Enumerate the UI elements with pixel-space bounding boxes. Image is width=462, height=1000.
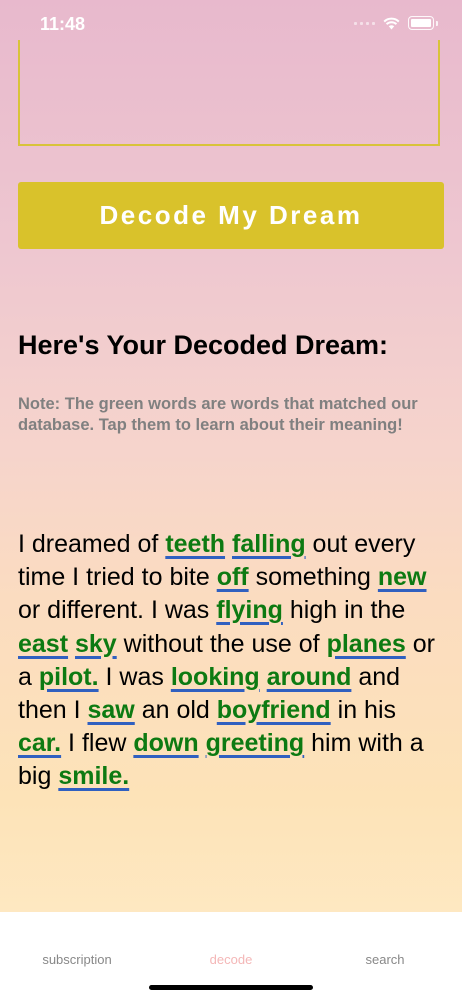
matched-dream-word[interactable]: looking — [171, 663, 260, 691]
matched-dream-word[interactable]: flying — [216, 596, 283, 624]
home-indicator — [149, 985, 313, 990]
matched-dream-word[interactable]: car. — [18, 729, 61, 757]
note-text: Note: The green words are words that mat… — [18, 395, 418, 434]
matched-dream-word[interactable]: planes — [327, 630, 406, 658]
dream-text-segment: I flew — [61, 729, 134, 758]
tab-search[interactable]: search — [308, 952, 462, 967]
matched-dream-word[interactable]: down — [133, 729, 198, 757]
matched-dream-word[interactable]: greeting — [206, 729, 305, 757]
wifi-icon — [383, 17, 400, 29]
matched-dream-word[interactable]: pilot. — [39, 663, 99, 691]
decoded-dream-text: I dreamed of teeth falling out every tim… — [18, 528, 444, 794]
dream-text-segment: or different. I was — [18, 596, 217, 625]
matched-dream-word[interactable]: east — [18, 630, 68, 658]
dream-text-segment: I was — [98, 662, 171, 691]
dream-text-segment: high in the — [282, 596, 406, 625]
dream-text-segment: an old — [134, 696, 217, 725]
matched-dream-word[interactable]: falling — [232, 530, 306, 558]
matched-dream-word[interactable]: saw — [88, 696, 135, 724]
tab-subscription[interactable]: subscription — [0, 952, 154, 967]
matched-dream-word[interactable]: sky — [75, 630, 117, 658]
dream-input-field[interactable] — [18, 40, 440, 146]
matched-dream-word[interactable]: boyfriend — [217, 696, 331, 724]
dream-text-segment — [199, 729, 206, 757]
matched-dream-word[interactable]: off — [217, 563, 249, 591]
decoded-dream-title: Here's Your Decoded Dream: — [18, 330, 389, 360]
status-time: 11:48 — [40, 14, 86, 34]
status-icons — [354, 16, 438, 30]
decode-my-dream-button[interactable]: Decode My Dream — [18, 182, 444, 249]
matched-dream-word[interactable]: smile. — [58, 762, 129, 790]
matched-dream-word[interactable]: new — [378, 563, 427, 591]
matched-dream-word[interactable]: around — [267, 663, 352, 691]
dream-text-segment: I dreamed of — [18, 530, 166, 558]
cellular-signal-icon — [354, 21, 375, 25]
dream-text-segment: in his — [330, 696, 396, 725]
battery-cap — [436, 20, 438, 26]
dream-text-segment — [68, 630, 75, 658]
battery-icon — [408, 16, 434, 30]
dream-text-segment: something — [248, 563, 378, 592]
dream-text-segment — [260, 663, 267, 691]
dream-text-segment: without the use of — [116, 629, 327, 658]
matched-dream-word[interactable]: teeth — [165, 530, 225, 558]
tab-decode[interactable]: decode — [154, 952, 308, 967]
dream-text-segment — [225, 530, 232, 558]
